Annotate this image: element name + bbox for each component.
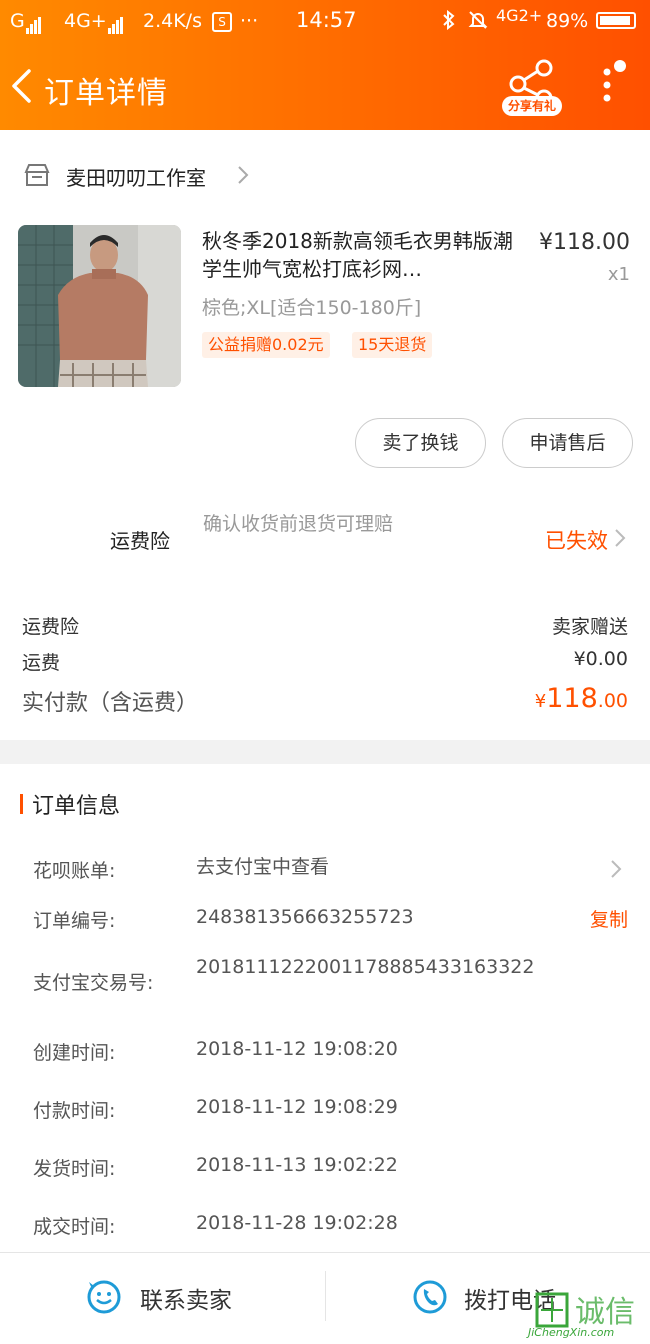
section-accent-bar (20, 794, 23, 814)
mute-bell-icon (468, 10, 488, 35)
info-key: 花呗账单: (33, 860, 116, 882)
bluetooth-icon (442, 9, 456, 35)
copy-button[interactable]: 复制 (590, 905, 628, 932)
page-title: 订单详情 (44, 76, 168, 111)
chevron-right-icon[interactable] (610, 858, 622, 880)
back-arrow-icon[interactable] (10, 68, 32, 104)
return-policy-tag: 15天退货 (352, 332, 433, 358)
order-info-card: 订单信息 花呗账单: 去支付宝中查看 订单编号: 248381356663255… (0, 764, 650, 1252)
charity-tag: 公益捐赠0.02元 (202, 332, 330, 358)
more-dots-icon[interactable] (600, 60, 630, 110)
network-label: 4G+ (64, 10, 107, 32)
huabei-link[interactable]: 去支付宝中查看 (196, 854, 536, 880)
insurance-label: 运费险 (110, 529, 170, 553)
info-key: 支付宝交易号: (33, 972, 154, 994)
phone-icon (413, 1280, 447, 1314)
product-image[interactable] (18, 225, 181, 387)
product-price: ¥118.00 (539, 230, 630, 255)
insurance-status[interactable]: 已失效 (545, 525, 608, 555)
signal-icon-2 (108, 12, 124, 34)
shop-icon (24, 164, 50, 186)
insurance-desc: 确认收货前退货可理赔 (203, 513, 394, 535)
total-amount: ¥118.00 (535, 683, 628, 714)
clock: 14:57 (296, 8, 357, 32)
watermark-url: JiChengXin.com (528, 1326, 615, 1339)
sell-button[interactable]: 卖了换钱 (355, 418, 486, 468)
share-reward-badge[interactable]: 分享有礼 (502, 96, 562, 116)
info-value: 2018-11-28 19:02:28 (196, 1212, 398, 1234)
product-title[interactable]: 秋冬季2018新款高领毛衣男韩版潮学生帅气宽松打底衫网… (202, 227, 522, 283)
s-app-icon: S (212, 12, 232, 32)
total-decimal: .00 (597, 690, 628, 712)
info-key: 创建时间: (33, 1042, 116, 1064)
summary-value: ¥0.00 (573, 648, 628, 670)
section-title: 订单信息 (32, 794, 121, 819)
summary-label: 运费险 (22, 616, 80, 638)
speed-label: 2.4K/s (143, 10, 202, 32)
shop-name[interactable]: 麦田叨叨工作室 (66, 162, 206, 191)
summary-value: 卖家赠送 (551, 616, 628, 638)
info-value: 2018-11-12 19:08:29 (196, 1096, 398, 1118)
battery-percent: 89% (546, 10, 589, 32)
summary-label: 运费 (22, 652, 61, 674)
info-key: 订单编号: (33, 910, 116, 932)
info-key: 发货时间: (33, 1158, 116, 1180)
total-label: 实付款（含运费） (22, 691, 199, 716)
info-value: 2018-11-13 19:02:22 (196, 1154, 398, 1176)
more-status-dots: ··· (240, 10, 259, 32)
alipay-trade-number: 2018111222001178885433163322 (196, 956, 535, 978)
info-value: 2018-11-12 19:08:20 (196, 1038, 398, 1060)
info-key: 付款时间: (33, 1100, 116, 1122)
app-header: G 4G+ 2.4K/s S ··· 14:57 4G2+ 89% 订单详情 分… (0, 0, 650, 130)
signal-icon (26, 12, 42, 34)
chevron-right-icon[interactable] (614, 527, 626, 549)
product-quantity: x1 (607, 264, 630, 285)
network-4g2-label: 4G2+ (496, 6, 543, 25)
chevron-right-icon[interactable] (236, 164, 250, 186)
currency-symbol: ¥ (534, 691, 547, 712)
contact-seller-label: 联系卖家 (140, 1288, 232, 1314)
contact-seller-button[interactable]: 联系卖家 (0, 1253, 325, 1344)
product-spec: 棕色;XL[适合150-180斤] (202, 297, 422, 319)
carrier-label: G (10, 10, 25, 32)
after-sale-button[interactable]: 申请售后 (502, 418, 633, 468)
smile-chat-icon (87, 1280, 121, 1314)
status-bar: G 4G+ 2.4K/s S ··· 14:57 4G2+ 89% (0, 6, 650, 38)
order-card: 麦田叨叨工作室 秋冬季2018新款高领毛衣男韩版潮学生帅气宽松打底衫网… ¥11… (0, 130, 650, 740)
total-integer: 118 (546, 683, 598, 714)
info-key: 成交时间: (33, 1216, 116, 1238)
order-number: 248381356663255723 (196, 906, 414, 928)
battery-icon (596, 12, 636, 29)
svg-text:诚信: 诚信 (575, 1295, 635, 1330)
